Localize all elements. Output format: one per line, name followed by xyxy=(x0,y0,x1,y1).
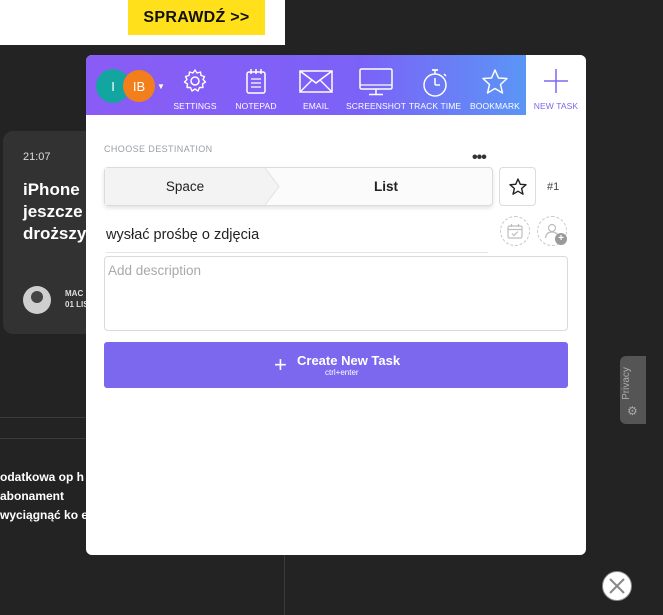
ad-check-button[interactable]: SPRAWDŹ >> xyxy=(128,0,265,35)
privacy-tab[interactable]: Privacy ⚙ xyxy=(620,356,646,424)
more-options-icon[interactable]: ••• xyxy=(472,149,487,167)
divider xyxy=(284,555,285,615)
chevron-right-icon xyxy=(264,168,280,205)
tool-label: NEW TASK xyxy=(533,101,579,111)
tool-notepad[interactable]: NOTEPAD xyxy=(226,55,286,115)
assign-user-button[interactable]: + xyxy=(537,216,567,246)
tool-bookmark[interactable]: BOOKMARK xyxy=(465,55,525,115)
keyboard-shortcut-hint: ctrl+enter xyxy=(325,368,359,377)
close-icon xyxy=(609,578,625,594)
task-number: #1 xyxy=(547,181,560,193)
plus-icon: + xyxy=(555,233,567,245)
stopwatch-icon xyxy=(423,69,447,97)
monitor-icon xyxy=(359,68,393,96)
tool-new-task[interactable]: NEW TASK xyxy=(526,55,586,115)
create-task-label: Create New Task xyxy=(297,353,401,368)
breadcrumb-list[interactable]: List xyxy=(280,168,492,205)
author-avatar xyxy=(23,286,51,314)
plus-icon: + xyxy=(274,352,287,377)
notepad-icon xyxy=(246,69,266,94)
tool-label: SETTINGS xyxy=(173,101,217,111)
description-field[interactable] xyxy=(104,256,568,331)
ad-banner: SPRAWDŹ >> xyxy=(0,0,285,45)
tool-screenshot[interactable]: SCREENSHOT xyxy=(346,55,406,115)
tool-label: EMAIL xyxy=(302,101,329,111)
user-switcher[interactable]: I IB ▼ xyxy=(96,69,176,103)
article-snippet[interactable]: odatkowa op h abonament wyciągnąć ko e xyxy=(0,468,90,525)
task-name-input[interactable] xyxy=(106,218,488,253)
gear-icon xyxy=(183,69,207,92)
create-task-button[interactable]: + Create New Task ctrl+enter xyxy=(104,342,568,388)
avatar[interactable]: IB xyxy=(123,70,155,102)
plus-icon xyxy=(544,69,568,93)
tool-track-time[interactable]: TRACK TIME xyxy=(405,55,465,115)
news-card-time: 21:07 xyxy=(23,151,51,163)
breadcrumb-space[interactable]: Space xyxy=(105,168,265,205)
toolbar: I IB ▼ SETTINGS NOTEPAD EMAIL SCREENSHOT… xyxy=(86,55,586,115)
tool-settings[interactable]: SETTINGS xyxy=(165,55,225,115)
tool-label: TRACK TIME xyxy=(408,101,462,111)
tool-label: SCREENSHOT xyxy=(345,101,407,111)
tool-email[interactable]: EMAIL xyxy=(286,55,346,115)
envelope-icon xyxy=(299,70,333,93)
star-icon xyxy=(482,69,508,94)
calendar-icon xyxy=(507,224,523,239)
privacy-label: Privacy xyxy=(620,367,632,400)
favorite-button[interactable] xyxy=(499,167,536,206)
star-icon xyxy=(509,178,527,195)
gear-icon: ⚙ xyxy=(627,404,638,418)
close-button[interactable] xyxy=(602,571,632,601)
tool-label: BOOKMARK xyxy=(470,101,520,111)
destination-breadcrumb[interactable]: Space List xyxy=(104,167,493,206)
destination-label: CHOOSE DESTINATION xyxy=(104,144,213,154)
due-date-button[interactable] xyxy=(500,216,530,246)
chevron-down-icon[interactable]: ▼ xyxy=(157,82,165,91)
tool-label: NOTEPAD xyxy=(235,101,277,111)
clickup-popup: I IB ▼ SETTINGS NOTEPAD EMAIL SCREENSHOT… xyxy=(86,55,586,555)
